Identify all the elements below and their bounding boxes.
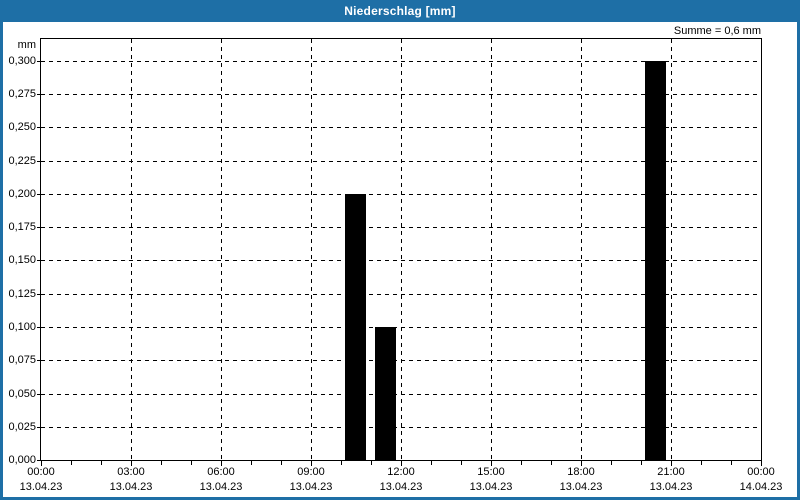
x-tick-date-label: 13.04.23 xyxy=(469,481,513,493)
x-tick-time-label: 09:00 xyxy=(297,466,325,478)
v-gridline xyxy=(671,39,672,460)
v-gridline xyxy=(491,39,492,460)
x-minor-tick-mark xyxy=(701,461,702,465)
x-minor-tick-mark xyxy=(521,461,522,465)
y-tick-mark xyxy=(37,61,41,62)
x-tick-date-label: 13.04.23 xyxy=(379,481,423,493)
precipitation-bar xyxy=(375,327,396,460)
x-minor-tick-mark xyxy=(611,461,612,465)
x-minor-tick-mark xyxy=(341,461,342,465)
x-tick-time-label: 12:00 xyxy=(387,466,415,478)
y-tick-label: 0,300 xyxy=(8,55,36,67)
plot-area xyxy=(40,38,762,461)
x-tick-time-label: 03:00 xyxy=(117,466,145,478)
y-tick-mark xyxy=(37,127,41,128)
v-gridline xyxy=(401,39,402,460)
x-tick-date-label: 13.04.23 xyxy=(649,481,693,493)
y-tick-mark xyxy=(37,394,41,395)
chart-title: Niederschlag [mm] xyxy=(344,4,456,18)
x-minor-tick-mark xyxy=(431,461,432,465)
y-tick-label: 0,275 xyxy=(8,88,36,100)
x-minor-tick-mark xyxy=(101,461,102,465)
y-tick-mark xyxy=(37,427,41,428)
y-tick-mark xyxy=(37,161,41,162)
y-tick-mark xyxy=(37,360,41,361)
x-minor-tick-mark xyxy=(71,461,72,465)
y-tick-label: 0,075 xyxy=(8,354,36,366)
y-tick-label: 0,225 xyxy=(8,155,36,167)
x-tick-time-label: 00:00 xyxy=(27,466,55,478)
y-tick-mark xyxy=(37,327,41,328)
y-tick-label: 0,200 xyxy=(8,188,36,200)
y-tick-label: 0,000 xyxy=(8,454,36,466)
chart-area: Summe = 0,6 mm mm 0,000 0,025 0,050 0,075 0,… xyxy=(3,22,797,497)
y-tick-mark xyxy=(37,194,41,195)
x-tick-date-label: 14.04.23 xyxy=(739,481,783,493)
x-minor-tick-mark xyxy=(731,461,732,465)
chart-window: Niederschlag [mm] Summe = 0,6 mm mm 0,00… xyxy=(0,0,800,500)
precipitation-bar xyxy=(345,194,366,460)
y-tick-mark xyxy=(37,227,41,228)
y-tick-label: 0,250 xyxy=(8,121,36,133)
x-minor-tick-mark xyxy=(191,461,192,465)
x-tick-time-label: 06:00 xyxy=(207,466,235,478)
x-tick-time-label: 21:00 xyxy=(657,466,685,478)
x-tick-date-label: 13.04.23 xyxy=(199,481,243,493)
x-tick-time-label: 00:00 xyxy=(747,466,775,478)
x-minor-tick-mark xyxy=(281,461,282,465)
title-bar: Niederschlag [mm] xyxy=(0,0,800,22)
v-gridline xyxy=(131,39,132,460)
y-tick-label: 0,100 xyxy=(8,321,36,333)
y-tick-label: 0,025 xyxy=(8,421,36,433)
sum-annotation: Summe = 0,6 mm xyxy=(673,25,761,37)
y-tick-mark xyxy=(37,294,41,295)
x-tick-time-label: 15:00 xyxy=(477,466,505,478)
x-tick-date-label: 13.04.23 xyxy=(109,481,153,493)
v-gridline xyxy=(311,39,312,460)
x-minor-tick-mark xyxy=(551,461,552,465)
x-tick-date-label: 13.04.23 xyxy=(19,481,63,493)
x-minor-tick-mark xyxy=(461,461,462,465)
x-minor-tick-mark xyxy=(161,461,162,465)
y-tick-label: 0,150 xyxy=(8,254,36,266)
y-tick-label: 0,175 xyxy=(8,221,36,233)
y-tick-label: 0,050 xyxy=(8,388,36,400)
y-axis-unit-label: mm xyxy=(17,39,36,51)
x-tick-time-label: 18:00 xyxy=(567,466,595,478)
y-tick-mark xyxy=(37,260,41,261)
x-minor-tick-mark xyxy=(641,461,642,465)
x-minor-tick-mark xyxy=(371,461,372,465)
x-tick-date-label: 13.04.23 xyxy=(559,481,603,493)
y-tick-mark xyxy=(37,94,41,95)
v-gridline xyxy=(221,39,222,460)
y-tick-label: 0,125 xyxy=(8,288,36,300)
x-tick-date-label: 13.04.23 xyxy=(289,481,333,493)
precipitation-bar xyxy=(645,61,666,460)
v-gridline xyxy=(581,39,582,460)
x-minor-tick-mark xyxy=(251,461,252,465)
